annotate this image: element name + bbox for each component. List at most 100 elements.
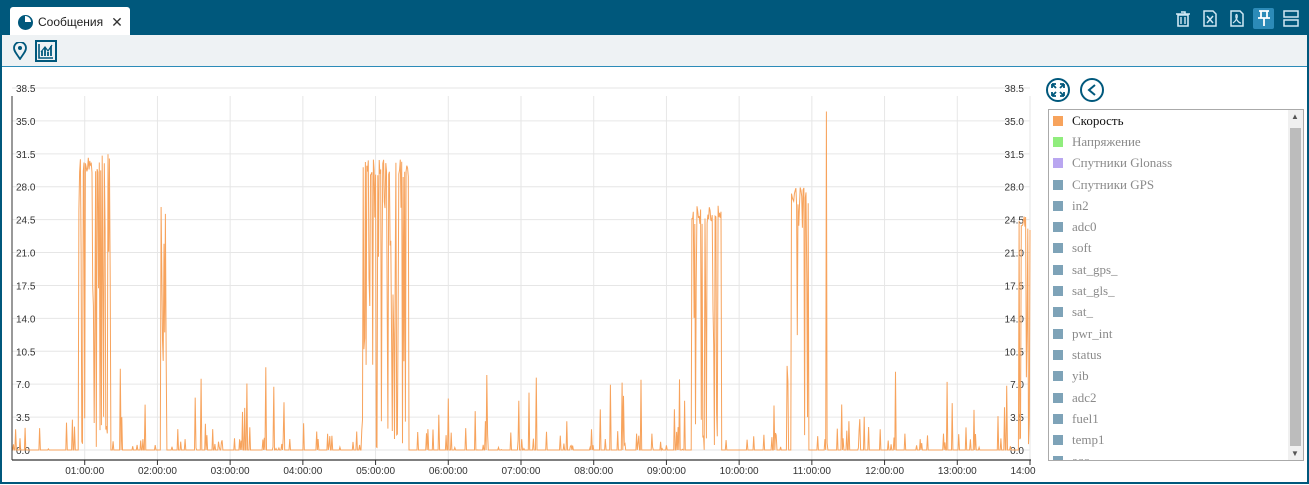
x-tick-label: 08:00:00	[574, 466, 613, 477]
legend-item[interactable]: pwr_int	[1049, 323, 1289, 344]
x-tick-label: 04:00:00	[283, 466, 322, 477]
legend-scrollbar[interactable]: ▲ ▼	[1288, 110, 1303, 460]
y-tick-label-right: 38.5	[1005, 84, 1025, 95]
legend-panel: Скорость Напряжение Спутники Glonass Спутни…	[1046, 78, 1304, 462]
x-tick-label: 13:00:00	[938, 466, 977, 477]
legend-item[interactable]: sat_gps_	[1049, 259, 1289, 280]
tab-title: Сообщения	[38, 15, 104, 29]
y-tick-label: 24.5	[16, 216, 36, 227]
legend-swatch	[1053, 307, 1063, 318]
chart-icon[interactable]	[35, 40, 57, 62]
window-header: Сообщения ✕	[2, 2, 1307, 37]
legend-label: Спутники GPS	[1072, 176, 1155, 192]
x-tick-label: 01:00:00	[65, 466, 104, 477]
legend-item[interactable]: yib	[1049, 366, 1289, 387]
y-tick-label: 28.0	[16, 183, 36, 194]
legend-item[interactable]: fuel1	[1049, 408, 1289, 429]
view-toolbar	[2, 35, 1307, 67]
y-tick-label-right: 7.0	[1010, 380, 1024, 391]
legend-swatch	[1053, 328, 1063, 339]
scroll-down-arrow-icon[interactable]: ▼	[1291, 449, 1299, 458]
legend-swatch	[1053, 392, 1063, 403]
legend-swatch	[1053, 371, 1063, 382]
legend-label: Напряжение	[1072, 133, 1141, 149]
legend-item[interactable]: Скорость	[1049, 110, 1289, 131]
legend-swatch	[1053, 456, 1063, 460]
legend-label: sat_gps_	[1072, 261, 1118, 277]
y-tick-label: 7.0	[16, 380, 30, 391]
y-tick-label: 38.5	[16, 84, 36, 95]
y-tick-label: 31.5	[16, 150, 36, 161]
legend-item[interactable]: adc0	[1049, 216, 1289, 237]
legend-label: fuel1	[1072, 410, 1099, 426]
legend-item[interactable]: adc2	[1049, 387, 1289, 408]
legend-label: yib	[1072, 368, 1089, 384]
legend-label: pwr_int	[1072, 325, 1113, 341]
trash-icon[interactable]	[1172, 8, 1193, 29]
pdf-icon[interactable]	[1226, 8, 1247, 29]
legend-label: in2	[1072, 197, 1089, 213]
legend-label: Спутники Glonass	[1072, 155, 1173, 171]
y-tick-label-right: 31.5	[1005, 150, 1025, 161]
layout-icon[interactable]	[1280, 8, 1301, 29]
y-tick-label-right: 28.0	[1005, 183, 1025, 194]
legend-item[interactable]: in2	[1049, 195, 1289, 216]
legend-item[interactable]: temp1	[1049, 429, 1289, 450]
y-tick-label-right: 24.5	[1005, 216, 1025, 227]
y-tick-label: 21.0	[16, 249, 36, 260]
tab-messages[interactable]: Сообщения ✕	[10, 7, 130, 37]
legend-swatch	[1053, 349, 1063, 360]
y-tick-label: 14.0	[16, 314, 36, 325]
line-chart[interactable]: 0.0 0.03.5 3.57.0 7.010.5 10.514.0 14.017.5 17…	[6, 70, 1050, 480]
collapse-legend-button[interactable]	[1080, 78, 1104, 102]
legend-swatch	[1053, 413, 1063, 424]
x-tick-label: 02:00:00	[138, 466, 177, 477]
x-tick-label: 05:00:00	[356, 466, 395, 477]
legend-swatch	[1053, 115, 1063, 126]
legend-item[interactable]: Напряжение	[1049, 131, 1289, 152]
y-tick-label: 17.5	[16, 281, 36, 292]
x-tick-label: 07:00:00	[502, 466, 541, 477]
legend-swatch	[1053, 243, 1063, 254]
chart-area: 0.0 0.0 3.5 3.5 7.0 7.0 10.5 10.5 14.0 14.0 17.5 17…	[6, 70, 1050, 480]
legend-item[interactable]: soft	[1049, 238, 1289, 259]
legend-label: acc	[1072, 453, 1090, 461]
legend-swatch	[1053, 435, 1063, 446]
legend-item[interactable]: sat_gls_	[1049, 280, 1289, 301]
excel-icon[interactable]	[1199, 8, 1220, 29]
legend-label: status	[1072, 346, 1102, 362]
legend-swatch	[1053, 179, 1063, 190]
x-tick-label: 11:00:00	[793, 466, 832, 477]
x-tick-label: 14:00:00	[1011, 466, 1036, 477]
x-tick-label: 03:00:00	[211, 466, 250, 477]
legend-list-box: Скорость Напряжение Спутники Glonass Спутни…	[1048, 109, 1304, 461]
legend-swatch	[1053, 264, 1063, 275]
legend-item[interactable]: sat_	[1049, 302, 1289, 323]
scrollbar-thumb[interactable]	[1290, 128, 1301, 446]
header-toolbar	[1172, 8, 1301, 29]
close-icon[interactable]: ✕	[111, 14, 123, 31]
legend-label: adc0	[1072, 219, 1097, 235]
legend-label: sat_gls_	[1072, 283, 1115, 299]
legend-item[interactable]: acc	[1049, 451, 1289, 461]
pin-icon[interactable]	[1253, 8, 1274, 29]
legend-swatch	[1053, 286, 1063, 297]
y-tick-label: 0.0	[16, 446, 30, 457]
map-marker-icon[interactable]	[9, 40, 31, 62]
legend-label: sat_	[1072, 304, 1093, 320]
x-tick-label: 10:00:00	[720, 466, 759, 477]
y-tick-label-right: 0.0	[1010, 446, 1024, 457]
scroll-up-arrow-icon[interactable]: ▲	[1291, 112, 1299, 121]
legend-item[interactable]: Спутники GPS	[1049, 174, 1289, 195]
legend-swatch	[1053, 136, 1063, 147]
legend-item[interactable]: status	[1049, 344, 1289, 365]
pie-chart-icon	[18, 14, 33, 30]
fit-to-screen-button[interactable]	[1046, 78, 1070, 102]
y-tick-label-right: 10.5	[1005, 347, 1025, 358]
y-tick-label-right: 3.5	[1010, 413, 1024, 424]
messages-window: Сообщения ✕ 0.0 0.0 3.5 3.5 7.0 7.0 10.5…	[0, 0, 1309, 484]
y-tick-label: 3.5	[16, 413, 30, 424]
legend-list: Скорость Напряжение Спутники Glonass Спутни…	[1049, 110, 1289, 461]
legend-swatch	[1053, 222, 1063, 233]
legend-item[interactable]: Спутники Glonass	[1049, 153, 1289, 174]
